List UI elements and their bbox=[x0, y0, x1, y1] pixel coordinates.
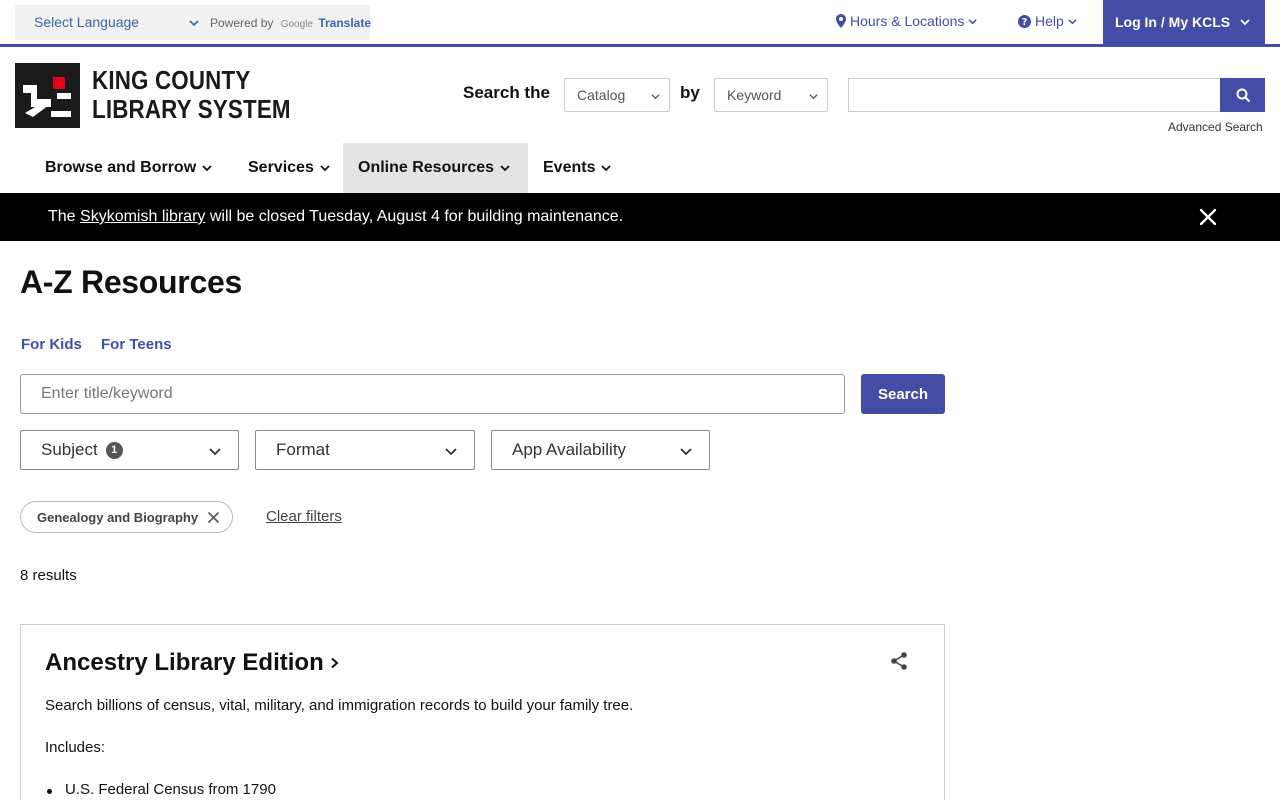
chevron-down-icon bbox=[651, 94, 660, 100]
google-logo: Google bbox=[280, 19, 313, 30]
active-filter-chip[interactable]: Genealogy and Biography bbox=[20, 501, 233, 533]
by-label: by bbox=[680, 83, 700, 102]
hours-locations-label: Hours & Locations bbox=[850, 13, 965, 29]
clear-filters-link[interactable]: Clear filters bbox=[266, 508, 342, 525]
utility-bar: Select Language Powered by Google Transl… bbox=[0, 0, 1280, 47]
close-icon[interactable] bbox=[1198, 207, 1218, 227]
catalog-scope-select[interactable]: Catalog bbox=[564, 78, 670, 112]
format-filter-label: Format bbox=[276, 440, 330, 459]
chevron-down-icon bbox=[209, 448, 221, 456]
app-availability-filter-dropdown[interactable]: App Availability bbox=[491, 430, 710, 470]
language-select-label[interactable]: Select Language bbox=[34, 14, 139, 30]
chevron-down-icon bbox=[968, 18, 978, 24]
powered-by-label: Powered by bbox=[210, 16, 274, 30]
share-icon[interactable] bbox=[889, 651, 909, 676]
chevron-down-icon bbox=[1240, 19, 1250, 26]
catalog-search-input[interactable] bbox=[848, 78, 1221, 112]
alert-message: The Skykomish library will be closed Tue… bbox=[48, 208, 623, 226]
includes-label: Includes: bbox=[45, 739, 106, 756]
search-type-select[interactable]: Keyword bbox=[714, 78, 828, 112]
close-icon[interactable] bbox=[208, 511, 219, 523]
nav-label: Browse and Borrow bbox=[45, 159, 197, 176]
chevron-down-icon bbox=[202, 165, 212, 172]
results-count: 8 results bbox=[20, 567, 77, 584]
login-label: Log In / My KCLS bbox=[1115, 14, 1231, 30]
chevron-right-icon bbox=[331, 657, 339, 669]
for-teens-link[interactable]: For Teens bbox=[101, 336, 172, 353]
chevron-down-icon bbox=[1068, 18, 1077, 24]
catalog-search-button[interactable] bbox=[1220, 78, 1265, 112]
app-availability-filter-label: App Availability bbox=[512, 440, 627, 459]
question-circle-icon: ? bbox=[1018, 14, 1031, 28]
nav-label: Services bbox=[248, 159, 314, 176]
chevron-down-icon bbox=[809, 94, 818, 100]
chevron-down-icon bbox=[320, 165, 330, 172]
resource-card: Ancestry Library Edition Search billions… bbox=[20, 624, 945, 800]
hours-locations-link[interactable]: Hours & Locations bbox=[836, 13, 978, 29]
login-button[interactable]: Log In / My KCLS bbox=[1103, 0, 1265, 44]
kcls-logo-icon[interactable] bbox=[15, 63, 80, 128]
nav-online-resources[interactable]: Online Resources bbox=[343, 143, 528, 193]
nav-label: Events bbox=[543, 159, 596, 176]
list-item: U.S. Federal Census from 1790 bbox=[45, 781, 276, 798]
resource-search-input[interactable] bbox=[20, 374, 845, 414]
library-name-line1: KING COUNTY bbox=[92, 65, 251, 95]
svg-text:?: ? bbox=[1022, 17, 1027, 28]
chevron-down-icon bbox=[680, 448, 692, 456]
active-filter-label: Genealogy and Biography bbox=[37, 509, 199, 525]
alert-suffix: will be closed Tuesday, August 4 for bui… bbox=[209, 208, 624, 225]
nav-browse-and-borrow[interactable]: Browse and Borrow bbox=[30, 143, 227, 193]
resource-title: Ancestry Library Edition bbox=[45, 649, 324, 676]
for-kids-link[interactable]: For Kids bbox=[21, 336, 82, 353]
alert-banner: The Skykomish library will be closed Tue… bbox=[0, 193, 1280, 241]
map-pin-icon bbox=[836, 14, 846, 28]
catalog-scope-value: Catalog bbox=[577, 87, 626, 103]
search-icon bbox=[1236, 88, 1250, 102]
chevron-down-icon bbox=[445, 448, 457, 456]
chevron-down-icon bbox=[601, 165, 612, 172]
library-name[interactable]: KING COUNTY LIBRARY SYSTEM bbox=[92, 66, 291, 124]
nav-label: Online Resources bbox=[358, 159, 495, 176]
nav-events[interactable]: Events bbox=[528, 143, 626, 193]
help-label: Help bbox=[1035, 13, 1064, 29]
chevron-down-icon bbox=[500, 165, 510, 172]
powered-by-text: Powered by Google Translate bbox=[210, 16, 371, 30]
chevron-down-icon[interactable] bbox=[189, 15, 199, 33]
library-name-line2: LIBRARY SYSTEM bbox=[92, 94, 291, 124]
advanced-search-link[interactable]: Advanced Search bbox=[1168, 120, 1263, 134]
nav-services[interactable]: Services bbox=[233, 143, 345, 193]
resource-description: Search billions of census, vital, milita… bbox=[45, 697, 634, 714]
resource-title-link[interactable]: Ancestry Library Edition bbox=[45, 649, 339, 677]
includes-list: U.S. Federal Census from 1790 bbox=[45, 781, 276, 798]
search-type-value: Keyword bbox=[727, 87, 782, 103]
translate-link[interactable]: Translate bbox=[318, 16, 371, 30]
page-title: A-Z Resources bbox=[20, 264, 242, 300]
subject-filter-dropdown[interactable]: Subject 1 bbox=[20, 430, 239, 470]
language-selector[interactable]: Select Language Powered by Google Transl… bbox=[15, 5, 371, 40]
format-filter-dropdown[interactable]: Format bbox=[255, 430, 475, 470]
resource-search-button[interactable]: Search bbox=[861, 374, 945, 414]
subject-filter-label: Subject bbox=[41, 440, 98, 459]
skykomish-library-link[interactable]: Skykomish library bbox=[80, 208, 205, 225]
help-link[interactable]: ? Help bbox=[1018, 13, 1077, 29]
subject-count-badge: 1 bbox=[105, 441, 123, 459]
alert-prefix: The bbox=[48, 208, 76, 225]
search-the-label: Search the bbox=[463, 83, 550, 102]
